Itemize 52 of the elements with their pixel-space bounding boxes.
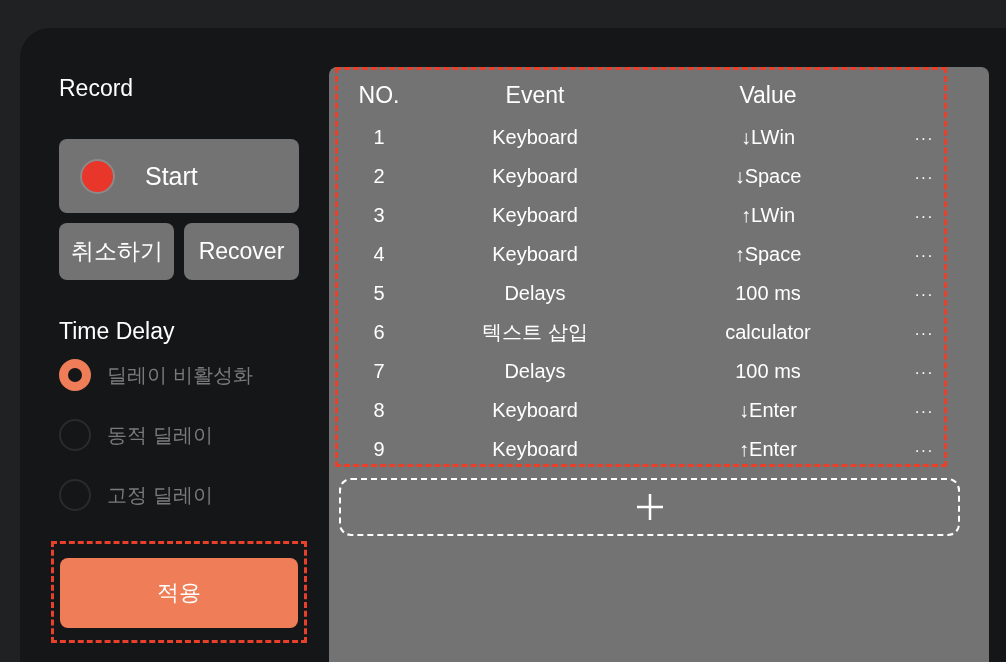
more-button[interactable]: ··· (914, 364, 934, 381)
table-cell-text: 텍스트 삽입 (481, 320, 589, 345)
table-cell-text: Delays (503, 281, 567, 306)
radio-label[interactable]: 동적 딜레이 (107, 421, 213, 449)
time-delay-title: Time Delay (59, 317, 176, 345)
table-cell-text: Delays (503, 359, 567, 384)
radio-button[interactable] (59, 359, 91, 391)
more-button[interactable]: ··· (914, 208, 934, 225)
record-title: Record (59, 74, 135, 102)
more-button[interactable]: ··· (914, 403, 934, 420)
table-cell-text: 7 (372, 359, 386, 384)
table-cell-text: 3 (372, 203, 386, 228)
table-cell-text: 100 ms (734, 359, 802, 384)
column-header: NO. (357, 81, 401, 110)
plus-icon (634, 492, 665, 522)
more-button[interactable]: ··· (914, 169, 934, 186)
more-button[interactable]: ··· (914, 442, 934, 459)
recover-button[interactable]: Recover (184, 223, 299, 280)
table-cell-text: 9 (372, 437, 386, 462)
table-cell-text: ↑LWin (739, 203, 797, 228)
table-cell-text: Keyboard (491, 125, 579, 150)
column-header: Value (738, 81, 798, 110)
table-cell-text: 1 (372, 125, 386, 150)
table-cell-text: ↓LWin (739, 125, 797, 150)
table-cell-text: 4 (372, 242, 386, 267)
table-cell-text: Keyboard (491, 437, 579, 462)
cancel-button[interactable]: 취소하기 (59, 223, 174, 280)
table-cell-text: Keyboard (491, 242, 579, 267)
table-cell-text: 100 ms (734, 281, 802, 306)
more-button[interactable]: ··· (914, 247, 934, 264)
table-cell-text: calculator (724, 320, 812, 345)
add-button[interactable] (339, 478, 960, 536)
more-button[interactable]: ··· (914, 130, 934, 147)
table-cell-text: 5 (372, 281, 386, 306)
table-cell-text: ↓Space (733, 164, 803, 189)
radio-label[interactable]: 딜레이 비활성화 (107, 361, 253, 389)
table-cell-text: 8 (372, 398, 386, 423)
table-cell-text: Keyboard (491, 398, 579, 423)
table-cell-text: ↑Enter (738, 437, 798, 462)
table-cell-text: 6 (372, 320, 386, 345)
radio-label[interactable]: 고정 딜레이 (107, 481, 213, 509)
column-header: Event (504, 81, 566, 110)
table-cell-text: 2 (372, 164, 386, 189)
table-cell-text: ↑Space (733, 242, 803, 267)
more-button[interactable]: ··· (914, 325, 934, 342)
table-cell-text: Keyboard (491, 203, 579, 228)
apply-button[interactable]: 적용 (60, 558, 298, 628)
start-button[interactable]: Start (59, 139, 299, 213)
table-cell-text: Keyboard (491, 164, 579, 189)
more-button[interactable]: ··· (914, 286, 934, 303)
table-cell-text: ↓Enter (738, 398, 798, 423)
record-icon (80, 158, 115, 194)
